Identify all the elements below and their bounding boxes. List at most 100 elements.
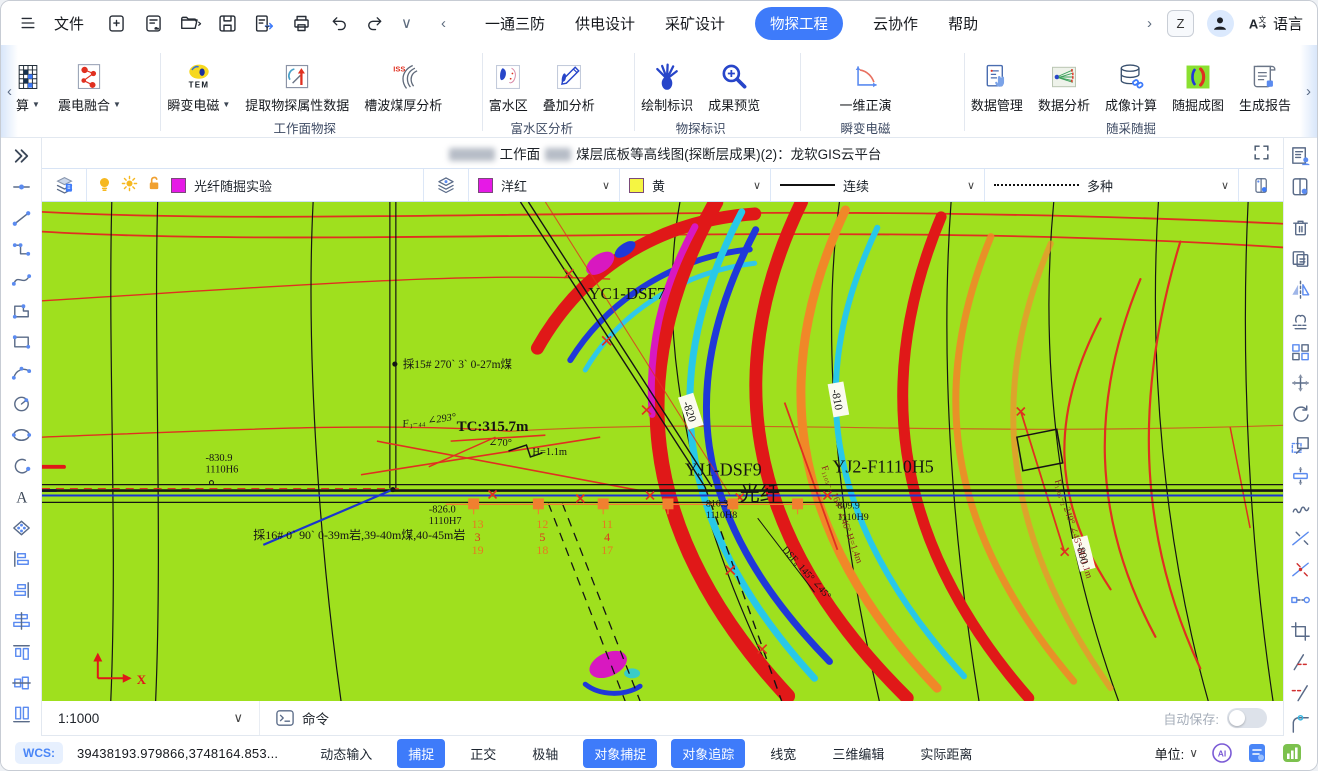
toggle-object-track[interactable]: 对象追踪 bbox=[671, 739, 745, 768]
ai-assistant-icon[interactable]: AI bbox=[1210, 742, 1233, 765]
tab-wutan[interactable]: 物探工程 bbox=[755, 7, 843, 40]
tab-caikuang[interactable]: 采矿设计 bbox=[665, 13, 725, 34]
open-folder-icon[interactable] bbox=[177, 10, 203, 36]
toggle-lineweight[interactable]: 线宽 bbox=[759, 739, 807, 768]
file-template-icon[interactable] bbox=[140, 10, 166, 36]
ribbon-item-overlay-analysis[interactable]: 叠加分析 bbox=[543, 56, 595, 114]
toolbar-more-icon[interactable]: ∨ bbox=[399, 14, 414, 32]
ribbon-item-1d-forward[interactable]: 一维正演 bbox=[840, 56, 892, 114]
spline-tool-icon[interactable] bbox=[7, 267, 35, 292]
export-icon[interactable] bbox=[251, 10, 277, 36]
layer-stack-button[interactable] bbox=[424, 169, 469, 201]
undo-icon[interactable] bbox=[325, 10, 351, 36]
extend-icon[interactable] bbox=[1287, 680, 1315, 705]
hamburger-menu-icon[interactable] bbox=[15, 10, 41, 36]
save-icon[interactable] bbox=[214, 10, 240, 36]
scale-icon[interactable] bbox=[1287, 432, 1315, 457]
panel-settings-button[interactable] bbox=[1238, 169, 1283, 201]
unit-dropdown[interactable]: 单位: ∨ bbox=[1155, 744, 1198, 763]
language-switcher[interactable]: A文 语言 bbox=[1247, 13, 1303, 34]
fullscreen-icon[interactable] bbox=[1252, 143, 1271, 165]
print-icon[interactable] bbox=[288, 10, 314, 36]
user-avatar[interactable] bbox=[1207, 10, 1234, 37]
move-icon[interactable] bbox=[1287, 370, 1315, 395]
tab-yunxiezuo[interactable]: 云协作 bbox=[873, 13, 918, 34]
linestyle-dropdown[interactable]: 多种 ∨ bbox=[985, 169, 1238, 201]
trim-icon[interactable] bbox=[1287, 649, 1315, 674]
tabs-scroll-left-icon[interactable]: ‹ bbox=[439, 15, 448, 32]
stretch-icon[interactable] bbox=[1287, 463, 1315, 488]
tab-yitongsanfang[interactable]: 一通三防 bbox=[485, 13, 545, 34]
node-tool-icon[interactable] bbox=[7, 174, 35, 199]
polyline-tool-icon[interactable] bbox=[7, 236, 35, 261]
stats-chart-icon[interactable] bbox=[1280, 742, 1303, 765]
distribute-top-icon[interactable] bbox=[7, 639, 35, 664]
ribbon-item-data-manage[interactable]: 数据管理 bbox=[971, 56, 1023, 114]
ribbon-item-result-preview[interactable]: 成果预览 bbox=[708, 56, 760, 114]
fill-color-dropdown[interactable]: 黄 ∨ bbox=[620, 169, 771, 201]
workspace-badge[interactable]: Z bbox=[1167, 10, 1194, 37]
tab-help[interactable]: 帮助 bbox=[948, 13, 978, 34]
stamp-icon[interactable] bbox=[1287, 308, 1315, 333]
spring-icon[interactable] bbox=[1287, 494, 1315, 519]
file-menu[interactable]: 文件 bbox=[54, 13, 84, 34]
crop-icon[interactable] bbox=[1287, 618, 1315, 643]
rectangle-tool-icon[interactable] bbox=[7, 329, 35, 354]
command-line-button[interactable]: 命令 bbox=[260, 701, 344, 735]
ribbon-item-report[interactable]: 生成报告 bbox=[1239, 56, 1291, 114]
fillet-icon[interactable] bbox=[1287, 711, 1315, 736]
ellipse-tool-icon[interactable] bbox=[7, 422, 35, 447]
current-layer-field[interactable]: 光纤随掘实验 bbox=[87, 169, 424, 201]
line-tool-icon[interactable] bbox=[7, 205, 35, 230]
annotate-doc-icon[interactable] bbox=[1287, 143, 1315, 168]
toggle-ortho[interactable]: 正交 bbox=[459, 739, 507, 768]
rotate-icon[interactable] bbox=[1287, 401, 1315, 426]
toggle-dynamic-input[interactable]: 动态输入 bbox=[309, 739, 383, 768]
mirror-icon[interactable] bbox=[1287, 277, 1315, 302]
ribbon-item-water-zone[interactable]: 富水区 bbox=[489, 56, 528, 114]
unlock-icon[interactable] bbox=[146, 175, 163, 195]
text-tool-icon[interactable]: A bbox=[7, 484, 35, 509]
contour-map[interactable]: 13 3 19 12 5 18 11 4 17 -820 bbox=[42, 202, 1283, 701]
polygon-tool-icon[interactable] bbox=[7, 298, 35, 323]
sun-icon[interactable] bbox=[121, 175, 138, 195]
map-canvas[interactable]: 13 3 19 12 5 18 11 4 17 -820 bbox=[42, 202, 1283, 701]
expand-tools-icon[interactable] bbox=[7, 143, 35, 168]
ribbon-item-channel-wave[interactable]: ISS 槽波煤厚分析 bbox=[364, 56, 442, 114]
ribbon-item-extract-attrs[interactable]: 提取物探属性数据 bbox=[245, 56, 349, 114]
panel-settings-icon[interactable] bbox=[1287, 174, 1315, 199]
layer-manager-button[interactable] bbox=[42, 169, 87, 201]
linetype-dropdown[interactable]: 连续 ∨ bbox=[771, 169, 985, 201]
delete-icon[interactable] bbox=[1287, 215, 1315, 240]
ribbon-item-tunneling-map[interactable]: 随掘成图 bbox=[1172, 56, 1224, 114]
redo-icon[interactable] bbox=[362, 10, 388, 36]
tab-gongdian[interactable]: 供电设计 bbox=[575, 13, 635, 34]
break-point-icon[interactable] bbox=[1287, 556, 1315, 581]
toggle-snap[interactable]: 捕捉 bbox=[397, 739, 445, 768]
toggle-object-snap[interactable]: 对象捕捉 bbox=[583, 739, 657, 768]
ribbon-scroll-right-icon[interactable]: › bbox=[1300, 45, 1317, 137]
ribbon-item-data-analysis[interactable]: 数据分析 bbox=[1038, 56, 1090, 114]
distribute-middle-icon[interactable] bbox=[7, 670, 35, 695]
ribbon-item-imaging-compute[interactable]: 成像计算 bbox=[1105, 56, 1157, 114]
toggle-polar[interactable]: 极轴 bbox=[521, 739, 569, 768]
align-center-icon[interactable] bbox=[7, 608, 35, 633]
tabs-scroll-right-icon[interactable]: › bbox=[1145, 15, 1154, 32]
toggle-3d-edit[interactable]: 三维编辑 bbox=[821, 739, 895, 768]
bulb-icon[interactable] bbox=[96, 175, 113, 195]
align-right-icon[interactable] bbox=[7, 577, 35, 602]
hatch-tool-icon[interactable] bbox=[7, 515, 35, 540]
open-curve-tool-icon[interactable] bbox=[7, 453, 35, 478]
break-icon[interactable] bbox=[1287, 525, 1315, 550]
ribbon-item-compute[interactable]: 算▼ bbox=[13, 56, 43, 114]
notes-doc-icon[interactable] bbox=[1245, 742, 1268, 765]
wcs-badge[interactable]: WCS: bbox=[15, 742, 63, 764]
copy-icon[interactable] bbox=[1287, 246, 1315, 271]
circle-tool-icon[interactable] bbox=[7, 391, 35, 416]
autosave-toggle[interactable] bbox=[1227, 708, 1267, 728]
align-left-icon[interactable] bbox=[7, 546, 35, 571]
node-edit-icon[interactable] bbox=[1287, 587, 1315, 612]
ribbon-item-draw-marks[interactable]: 绘制标识 bbox=[641, 56, 693, 114]
stroke-color-dropdown[interactable]: 洋红 ∨ bbox=[469, 169, 620, 201]
columns-icon[interactable] bbox=[7, 701, 35, 726]
